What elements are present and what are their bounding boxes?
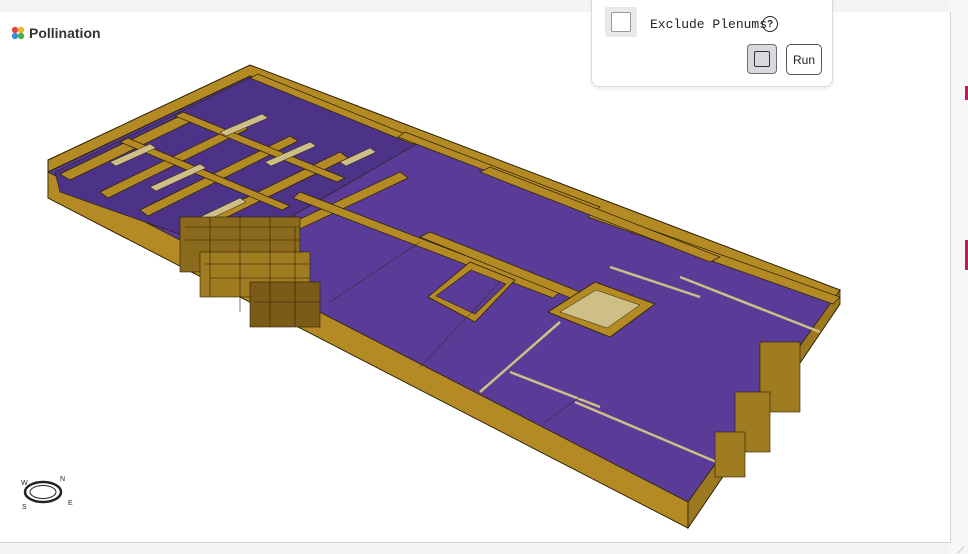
window-edge: [950, 0, 968, 554]
compass-n: N: [60, 476, 65, 483]
resize-handle[interactable]: ⟋: [958, 545, 964, 554]
options-panel: Exclude Plenums ? Run: [591, 0, 833, 87]
compass-e: E: [68, 500, 73, 507]
pollination-logo: Pollination: [10, 25, 101, 41]
3d-viewport[interactable]: [0, 12, 951, 543]
compass-s: S: [22, 504, 27, 511]
toggle-button[interactable]: [747, 44, 777, 74]
run-button[interactable]: Run: [786, 44, 822, 75]
exclude-plenums-label: Exclude Plenums: [650, 17, 768, 32]
exclude-plenums-checkbox[interactable]: [611, 12, 631, 32]
logo-petals-icon: [11, 26, 25, 40]
compass-icon[interactable]: N S E W: [15, 472, 77, 514]
building-model[interactable]: [0, 12, 950, 542]
logo-text: Pollination: [29, 25, 101, 41]
help-icon[interactable]: ?: [762, 16, 778, 32]
compass-w: W: [21, 480, 28, 487]
exclude-plenums-checkbox-wrap[interactable]: [605, 7, 637, 37]
toggle-square-icon: [754, 51, 770, 67]
